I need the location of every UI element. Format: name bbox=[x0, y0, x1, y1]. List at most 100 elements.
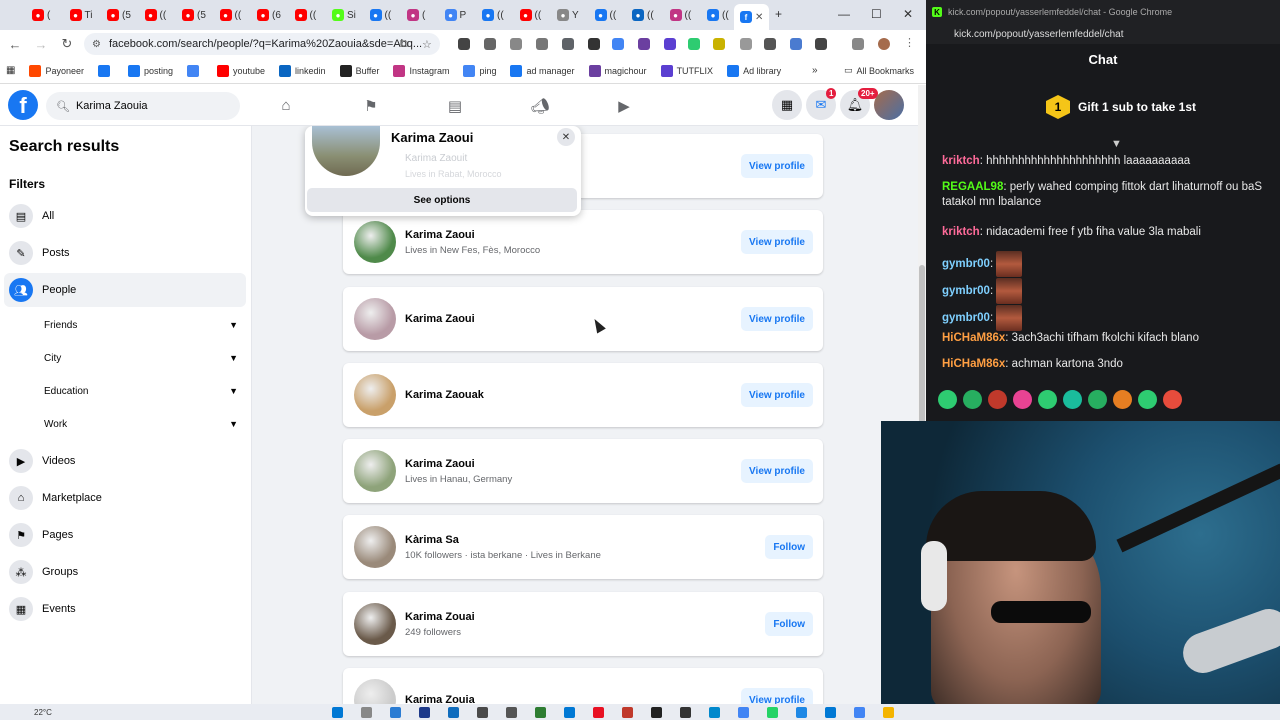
bookmark-star-icon[interactable]: ☆ bbox=[422, 38, 432, 51]
close-window-icon[interactable]: ✕ bbox=[903, 7, 913, 21]
bookmark-item[interactable] bbox=[97, 64, 114, 77]
emote-icon[interactable] bbox=[1138, 390, 1157, 409]
taskbar-app-icon[interactable] bbox=[651, 707, 662, 718]
filter-work[interactable]: Work ▼ bbox=[44, 412, 238, 436]
browser-tab[interactable]: ●(( bbox=[219, 6, 241, 24]
emote-icon[interactable] bbox=[988, 390, 1007, 409]
flag-icon[interactable]: ⚑ bbox=[361, 97, 381, 115]
profile-icon[interactable] bbox=[878, 38, 890, 50]
extension-icon[interactable] bbox=[588, 38, 600, 50]
result-action-button[interactable]: Follow bbox=[765, 612, 813, 636]
result-name[interactable]: Karima Zouai bbox=[405, 611, 475, 623]
browser-tab[interactable]: ● (5 bbox=[107, 6, 131, 24]
extension-icon[interactable] bbox=[638, 38, 650, 50]
menu-kebab-icon[interactable]: ⋮ bbox=[904, 36, 915, 49]
browser-tab[interactable]: ●(( bbox=[669, 6, 691, 24]
more-bookmarks-icon[interactable]: » bbox=[812, 65, 818, 76]
bookmark-item[interactable]: linkedin bbox=[279, 64, 326, 77]
bookmark-item[interactable]: posting bbox=[127, 64, 173, 77]
browser-tab[interactable]: ●( bbox=[32, 6, 50, 24]
result-name[interactable]: Karima Zaoui bbox=[405, 313, 475, 325]
sidebar-item-videos[interactable]: ▶ Videos bbox=[4, 444, 246, 478]
browser-tab[interactable]: ●(( bbox=[294, 6, 316, 24]
taskbar-app-icon[interactable] bbox=[709, 707, 720, 718]
result-action-button[interactable]: Follow bbox=[765, 535, 813, 559]
emote-icon[interactable] bbox=[1088, 390, 1107, 409]
reload-icon[interactable]: ↻ bbox=[56, 36, 78, 52]
result-profile-picture[interactable] bbox=[354, 603, 396, 645]
browser-tab[interactable]: ●( bbox=[407, 6, 425, 24]
forward-icon[interactable]: → bbox=[30, 37, 52, 52]
taskbar-app-icon[interactable] bbox=[854, 707, 865, 718]
popup-profile-picture[interactable] bbox=[312, 126, 380, 176]
avatar[interactable] bbox=[874, 90, 904, 120]
result-name[interactable]: Karima Zouia bbox=[405, 694, 475, 704]
close-icon[interactable]: ✕ bbox=[557, 128, 575, 146]
sidebar-item-events[interactable]: ▦ Events bbox=[4, 592, 246, 626]
taskbar-app-icon[interactable] bbox=[622, 707, 633, 718]
result-action-button[interactable]: View profile bbox=[741, 154, 813, 178]
home-icon[interactable]: ⌂ bbox=[276, 97, 296, 114]
taskbar-app-icon[interactable] bbox=[767, 707, 778, 718]
address-bar[interactable]: ⚙ facebook.com/search/people/?q=Karima%2… bbox=[84, 33, 440, 55]
result-profile-picture[interactable] bbox=[354, 450, 396, 492]
bookmark-item[interactable]: Buffer bbox=[339, 64, 379, 77]
extension-icon[interactable] bbox=[510, 38, 522, 50]
taskbar-app-icon[interactable] bbox=[361, 707, 372, 718]
taskbar-app-icon[interactable] bbox=[448, 707, 459, 718]
bookmark-item[interactable]: TUTFLIX bbox=[660, 64, 713, 77]
weather-widget[interactable]: 22°C bbox=[34, 708, 52, 717]
chat-username[interactable]: REGAAL98 bbox=[942, 181, 1003, 193]
ads-icon[interactable]: ▤ bbox=[445, 97, 465, 115]
emote-icon[interactable] bbox=[963, 390, 982, 409]
taskbar-app-icon[interactable] bbox=[825, 707, 836, 718]
taskbar-app-icon[interactable] bbox=[477, 707, 488, 718]
extension-icon[interactable] bbox=[612, 38, 624, 50]
browser-tab[interactable]: ● Y bbox=[557, 6, 579, 24]
watch-icon[interactable]: ▶ bbox=[614, 97, 634, 115]
filter-city[interactable]: City ▼ bbox=[44, 346, 238, 370]
chat-username[interactable]: HiCHaM86x bbox=[942, 358, 1005, 370]
taskbar-app-icon[interactable] bbox=[390, 707, 401, 718]
megaphone-icon[interactable]: 📣︎ bbox=[530, 97, 550, 115]
result-action-button[interactable]: View profile bbox=[741, 230, 813, 254]
emote-icon[interactable] bbox=[938, 390, 957, 409]
extension-icon[interactable] bbox=[562, 38, 574, 50]
taskbar-app-icon[interactable] bbox=[535, 707, 546, 718]
see-options-button[interactable]: See options bbox=[307, 188, 577, 212]
result-profile-picture[interactable] bbox=[354, 298, 396, 340]
taskbar-app-icon[interactable] bbox=[506, 707, 517, 718]
browser-tab[interactable]: ● Si bbox=[332, 6, 356, 24]
taskbar-app-icon[interactable] bbox=[419, 707, 430, 718]
extension-icon[interactable] bbox=[688, 38, 700, 50]
result-profile-picture[interactable] bbox=[354, 679, 396, 704]
install-icon[interactable]: ⧉ bbox=[400, 38, 408, 51]
extension-icon[interactable] bbox=[664, 38, 676, 50]
extension-icon[interactable] bbox=[536, 38, 548, 50]
site-info-icon[interactable]: ⚙ bbox=[92, 39, 101, 50]
bookmark-item[interactable]: ping bbox=[463, 64, 496, 77]
browser-tab[interactable]: ●(( bbox=[707, 6, 729, 24]
result-profile-picture[interactable] bbox=[354, 221, 396, 263]
browser-tab[interactable]: ● P bbox=[444, 6, 466, 24]
pinned-toggle-icon[interactable]: ▼ bbox=[1111, 138, 1122, 150]
back-icon[interactable]: ← bbox=[4, 37, 26, 52]
popup-name[interactable]: Karima Zaoui bbox=[391, 130, 473, 145]
bookmark-item[interactable] bbox=[187, 64, 203, 77]
close-tab-icon[interactable]: ✕ bbox=[755, 12, 763, 23]
taskbar-app-icon[interactable] bbox=[564, 707, 575, 718]
sidebar-item-marketplace[interactable]: ⌂ Marketplace bbox=[4, 481, 246, 515]
emote-icon[interactable] bbox=[1013, 390, 1032, 409]
facebook-search-input[interactable]: 🔍︎ Karima Zaouia bbox=[46, 92, 240, 120]
emote-icon[interactable] bbox=[1163, 390, 1182, 409]
browser-tab[interactable]: ● (6 bbox=[257, 6, 281, 24]
extensions-puzzle-icon[interactable] bbox=[815, 38, 827, 50]
gift-sub-banner[interactable]: 1 Gift 1 sub to take 1st bbox=[1046, 95, 1196, 119]
chat-username[interactable]: kriktch bbox=[942, 155, 980, 167]
taskbar-app-icon[interactable] bbox=[680, 707, 691, 718]
chat-username[interactable]: HiCHaM86x bbox=[942, 332, 1005, 344]
taskbar-app-icon[interactable] bbox=[738, 707, 749, 718]
sidebar-item-posts[interactable]: ✎ Posts bbox=[4, 236, 246, 270]
emote-icon[interactable] bbox=[1113, 390, 1132, 409]
result-action-button[interactable]: View profile bbox=[741, 383, 813, 407]
